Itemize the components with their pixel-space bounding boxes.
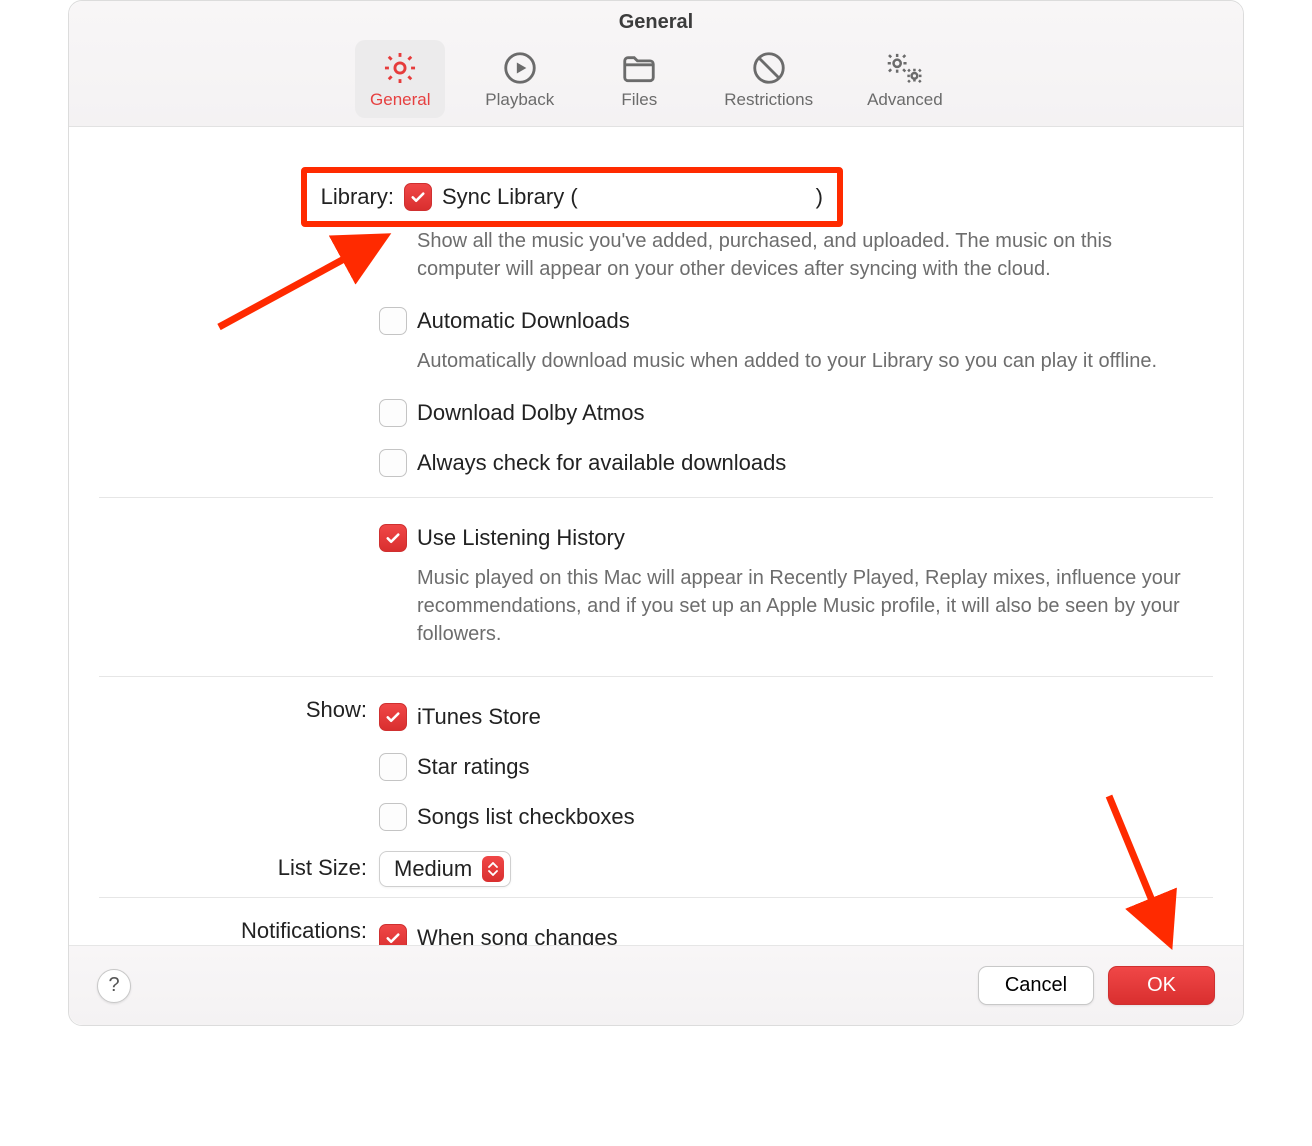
window-title: General [69, 11, 1243, 34]
list-size-label: List Size: [99, 851, 379, 881]
help-icon: ? [108, 974, 119, 997]
tab-general-label: General [370, 90, 430, 110]
tab-advanced[interactable]: Advanced [853, 40, 957, 118]
gears-icon [883, 48, 927, 88]
song-changes-label: When song changes [417, 925, 618, 945]
divider [99, 897, 1213, 898]
download-dolby-label: Download Dolby Atmos [417, 400, 644, 426]
cancel-button[interactable]: Cancel [978, 966, 1094, 1005]
automatic-downloads-label: Automatic Downloads [417, 308, 630, 334]
listening-history-checkbox[interactable] [379, 524, 407, 552]
content-pane: Library: Sync Library () Show all the mu… [69, 127, 1243, 945]
sync-library-description: Show all the music you've added, purchas… [417, 227, 1197, 283]
download-dolby-checkbox[interactable] [379, 399, 407, 427]
tab-restrictions[interactable]: Restrictions [710, 40, 827, 118]
toolbar: General Playback Files Restrictions [69, 40, 1243, 118]
song-changes-checkbox[interactable] [379, 924, 407, 945]
automatic-downloads-description: Automatically download music when added … [417, 347, 1197, 375]
divider [99, 497, 1213, 498]
footer: ? Cancel OK [69, 945, 1243, 1025]
songs-checkboxes-checkbox[interactable] [379, 803, 407, 831]
folder-icon [619, 48, 659, 88]
star-ratings-label: Star ratings [417, 754, 530, 780]
itunes-store-checkbox[interactable] [379, 703, 407, 731]
tab-advanced-label: Advanced [867, 90, 943, 110]
notifications-label: Notifications: [99, 914, 379, 944]
tab-playback[interactable]: Playback [471, 40, 568, 118]
star-ratings-checkbox[interactable] [379, 753, 407, 781]
select-stepper-icon [482, 856, 504, 882]
listening-history-description: Music played on this Mac will appear in … [417, 564, 1197, 648]
help-button[interactable]: ? [97, 969, 131, 1003]
window-header: General General Playback Files [69, 1, 1243, 127]
play-circle-icon [501, 48, 539, 88]
tab-general[interactable]: General [355, 40, 445, 118]
no-entry-icon [750, 48, 788, 88]
preferences-window: General General Playback Files [68, 0, 1244, 1026]
list-size-value: Medium [394, 856, 472, 882]
tab-files[interactable]: Files [594, 40, 684, 118]
list-size-select[interactable]: Medium [379, 851, 511, 887]
tab-restrictions-label: Restrictions [724, 90, 813, 110]
divider [99, 676, 1213, 677]
listening-history-label: Use Listening History [417, 525, 625, 551]
tab-playback-label: Playback [485, 90, 554, 110]
tab-files-label: Files [621, 90, 657, 110]
check-downloads-label: Always check for available downloads [417, 450, 786, 476]
show-label: Show: [99, 693, 379, 723]
check-downloads-checkbox[interactable] [379, 449, 407, 477]
songs-checkboxes-label: Songs list checkboxes [417, 804, 635, 830]
itunes-store-label: iTunes Store [417, 704, 541, 730]
gear-icon [381, 48, 419, 88]
ok-button[interactable]: OK [1108, 966, 1215, 1005]
automatic-downloads-checkbox[interactable] [379, 307, 407, 335]
